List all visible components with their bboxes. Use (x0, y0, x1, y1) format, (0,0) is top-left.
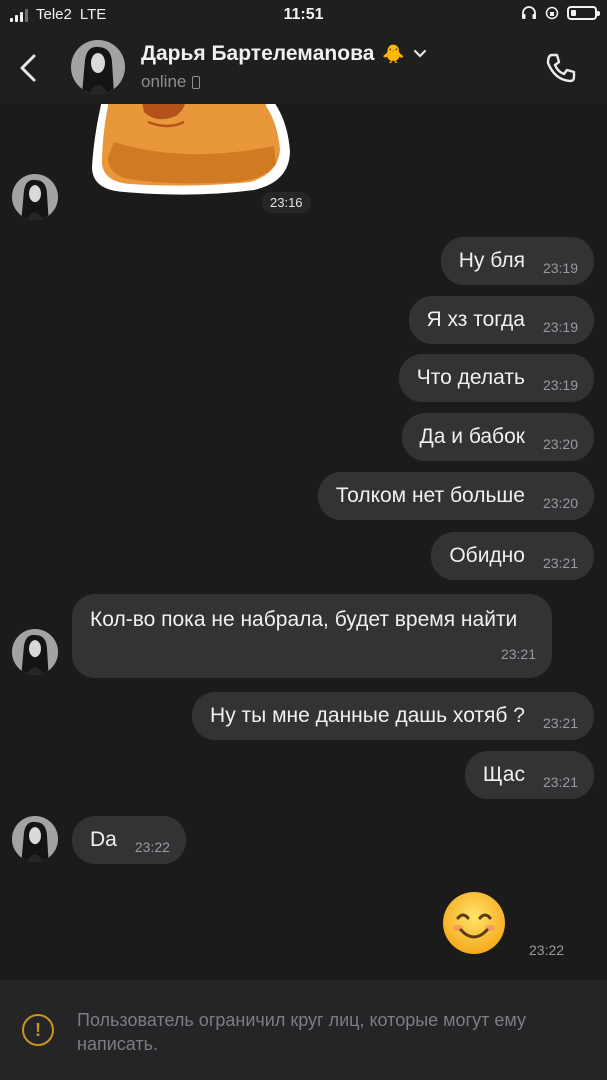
status-bar: Tele2 LTE 11:51 (0, 0, 607, 32)
name-emoji: 🐥 (382, 43, 405, 64)
message-bubble[interactable]: Толком нет больше 23:20 (317, 472, 594, 520)
message-bubble[interactable]: Щас 23:21 (464, 751, 594, 799)
avatar-photo (12, 816, 58, 862)
smiling-face-emoji[interactable] (441, 890, 507, 956)
message-time: 23:20 (542, 495, 578, 511)
message-bubble[interactable]: Кол-во пока не набрала, будет время найт… (72, 594, 552, 678)
chevron-left-icon[interactable] (12, 50, 44, 86)
message-time: 23:19 (542, 319, 578, 335)
message-text: Щас (482, 763, 525, 786)
message-text: Ну ты мне данные дашь хотяб ? (210, 704, 525, 727)
message-bubble[interactable]: Da 23:22 (72, 816, 186, 864)
contact-name: Дарья Бартелемanова (141, 42, 375, 65)
message-time: 23:22 (134, 839, 170, 855)
message-time: 23:21 (542, 555, 578, 571)
message-time: 23:21 (542, 715, 578, 731)
message-time: 23:21 (500, 646, 536, 662)
chevron-down-icon[interactable] (413, 49, 427, 59)
message-bubble[interactable]: Я хз тогда 23:19 (408, 296, 594, 344)
sender-avatar[interactable] (12, 816, 58, 862)
mobile-icon (192, 75, 201, 89)
message-bubble[interactable]: Что делать 23:19 (398, 354, 594, 402)
avatar-photo (12, 174, 58, 220)
message-text: Что делать (416, 366, 525, 389)
message-time: 23:20 (542, 436, 578, 452)
message-bubble[interactable]: Ну ты мне данные дашь хотяб ? 23:21 (192, 692, 594, 740)
message-bubble[interactable]: Да и бабок 23:20 (401, 413, 594, 461)
notice-text: Пользователь ограничил круг лиц, которые… (77, 1010, 526, 1054)
lock-rotation-icon (545, 6, 559, 20)
message-text: Да и бабок (419, 425, 525, 448)
contact-avatar[interactable] (71, 40, 125, 94)
message-text: Ну бля (458, 249, 525, 272)
message-text: Обидно (449, 544, 525, 567)
battery-icon (567, 6, 600, 20)
message-time: 23:19 (542, 260, 578, 276)
phone-icon[interactable] (543, 50, 579, 86)
message-time: 23:22 (529, 942, 565, 958)
avatar-photo (12, 629, 58, 675)
contact-name-row[interactable]: Дарья Бартелемanова 🐥 (141, 42, 427, 66)
warning-circle-icon: ! (22, 1014, 54, 1046)
message-list[interactable]: 23:16 Ну бля 23:19 Я хз тогда 23:19 Что … (0, 104, 607, 980)
message-text: Da (90, 828, 117, 851)
restriction-notice: ! Пользователь ограничил круг лиц, котор… (0, 980, 607, 1080)
sender-avatar[interactable] (12, 629, 58, 675)
headphones-icon (522, 6, 536, 19)
status-right (521, 6, 600, 20)
message-text: Я хз тогда (426, 308, 525, 331)
avatar-photo (71, 40, 125, 94)
message-time: 23:21 (542, 774, 578, 790)
sender-avatar[interactable] (12, 174, 58, 220)
clock: 11:51 (283, 6, 324, 23)
message-text: Кол-во пока не набрала, будет время найт… (90, 608, 518, 631)
online-status: online (141, 72, 187, 91)
contact-status: online (141, 72, 201, 92)
message-bubble[interactable]: Обидно 23:21 (431, 532, 594, 580)
message-time: 23:19 (542, 377, 578, 393)
chat-header: Дарья Бартелемanова 🐥 online (0, 32, 607, 104)
message-text: Толком нет больше (335, 484, 525, 507)
message-bubble[interactable]: Ну бля 23:19 (440, 237, 594, 285)
sticker-time: 23:16 (262, 192, 311, 213)
